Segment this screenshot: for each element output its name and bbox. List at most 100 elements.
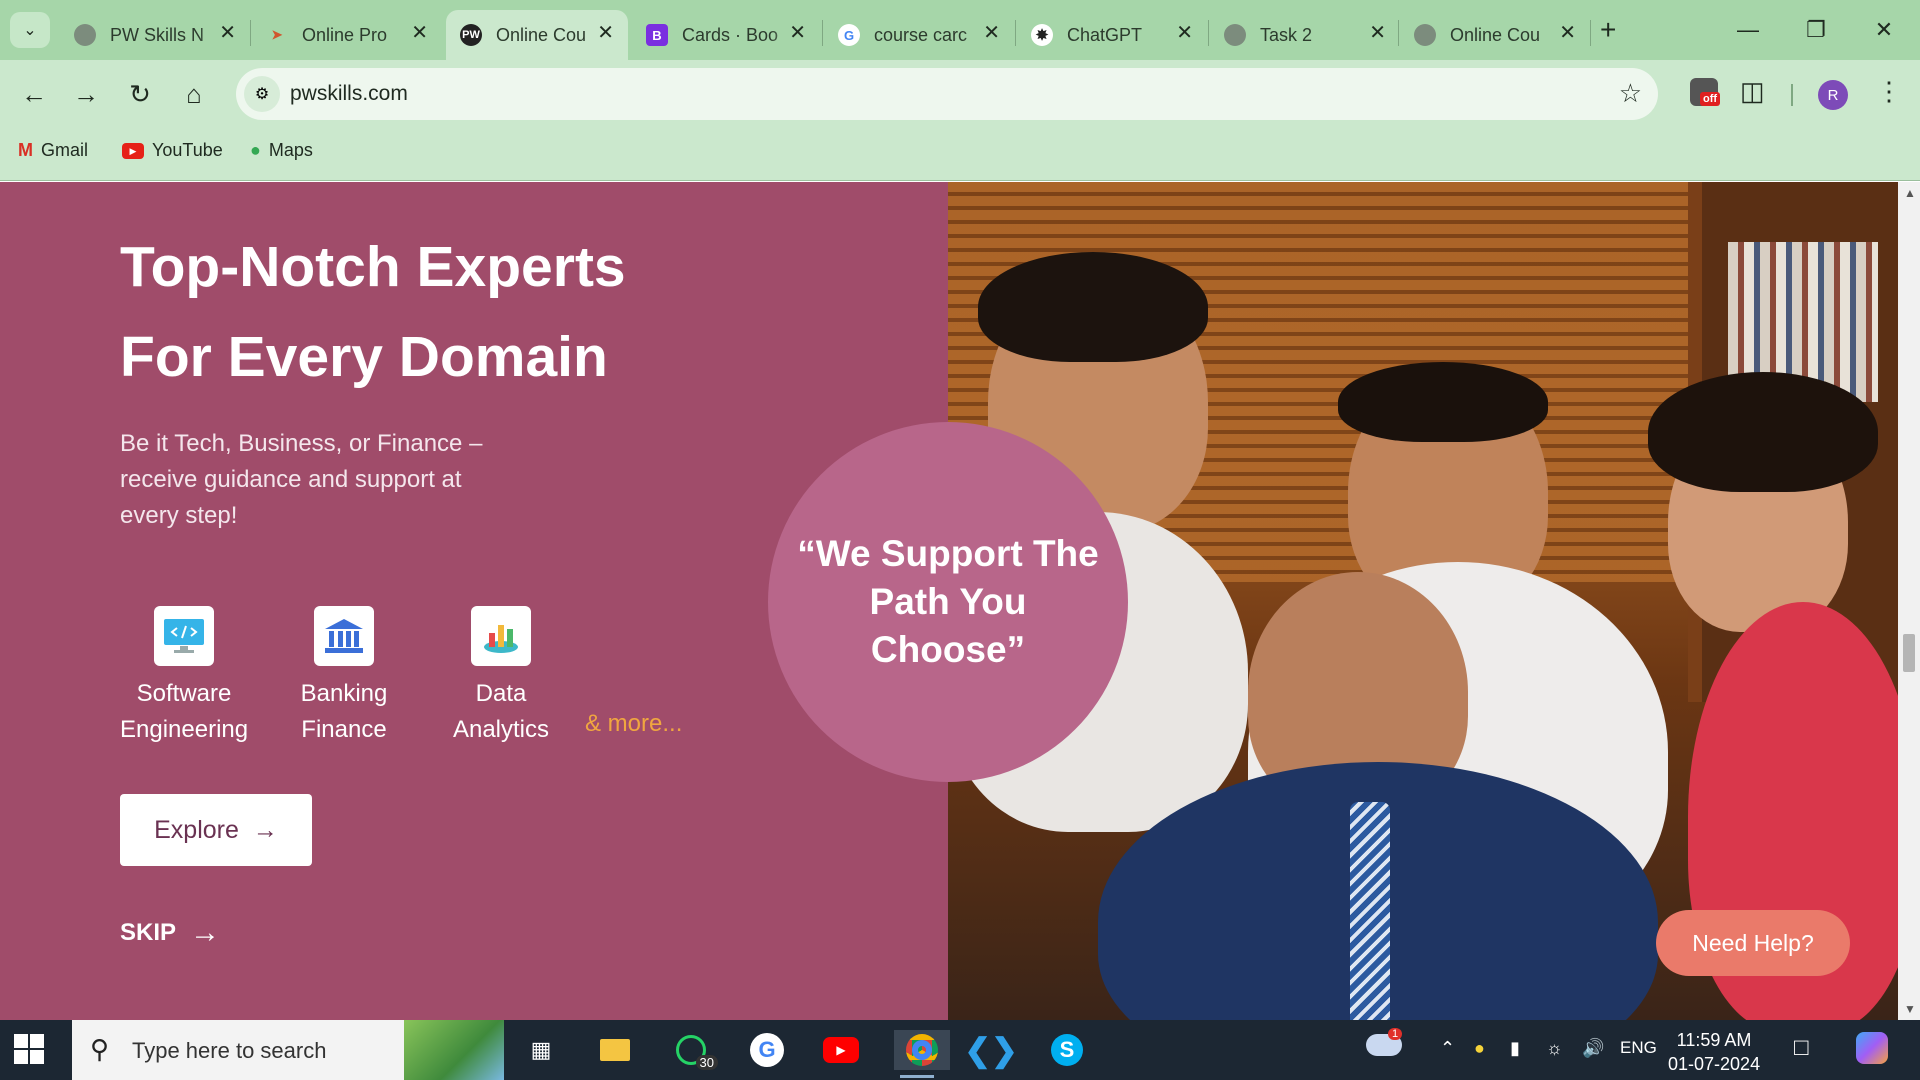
tab-5[interactable]: G course carc ✕ (824, 10, 1014, 60)
tab-separator (1590, 20, 1591, 46)
restore-icon: ❐ (1806, 17, 1826, 42)
close-window-button[interactable]: ✕ (1864, 12, 1904, 48)
copilot-button[interactable] (1856, 1032, 1888, 1064)
file-explorer-button[interactable] (592, 1030, 638, 1070)
domain-line-1: Banking (300, 680, 388, 707)
tab-4[interactable]: B Cards · Boo ✕ (632, 10, 820, 60)
close-icon[interactable]: ✕ (1559, 23, 1576, 43)
search-highlight-art (404, 1020, 504, 1080)
windows-start-button[interactable] (14, 1034, 46, 1066)
arrow-right-icon: → (190, 916, 221, 949)
tab-6[interactable]: ✸ ChatGPT ✕ (1017, 10, 1207, 60)
close-icon[interactable]: ✕ (219, 23, 236, 43)
chevron-down-icon: ⌄ (23, 22, 37, 39)
tab-search-button[interactable]: ⌄ (10, 12, 50, 48)
profile-avatar[interactable]: R (1818, 80, 1848, 110)
battery-icon[interactable]: ▮ (1510, 1038, 1520, 1059)
back-button[interactable]: ← (14, 74, 54, 114)
wifi-icon[interactable]: ☼ (1546, 1038, 1563, 1059)
scrollbar-thumb[interactable] (1903, 634, 1915, 672)
photo-person-woman-hair (1648, 372, 1878, 492)
domain-banking-finance[interactable]: Banking Finance (296, 606, 392, 748)
url-text[interactable]: pwskills.com (290, 82, 408, 106)
reload-icon: ↻ (129, 78, 151, 109)
close-icon: ✕ (1874, 17, 1894, 42)
skype-app-button[interactable]: S (1044, 1030, 1090, 1070)
home-button[interactable]: ⌂ (174, 74, 214, 114)
tab-2[interactable]: ➤ Online Pro ✕ (252, 10, 442, 60)
globe-icon (74, 24, 96, 46)
tab-3-active[interactable]: PW Online Cou ✕ (446, 10, 628, 60)
youtube-app-button[interactable]: ▶ (818, 1030, 864, 1070)
chevron-up-icon[interactable]: ⌃ (1440, 1038, 1455, 1059)
explore-button[interactable]: Explore → (120, 794, 312, 866)
tab-separator (822, 20, 823, 46)
close-icon[interactable]: ✕ (1369, 23, 1386, 43)
bookmark-star-icon[interactable]: ☆ (1619, 78, 1642, 109)
tab-8[interactable]: Online Cou ✕ (1400, 10, 1590, 60)
security-icon[interactable]: ● (1474, 1038, 1485, 1059)
more-domains-link[interactable]: & more... (585, 710, 682, 738)
need-help-button[interactable]: Need Help? (1656, 910, 1850, 976)
arrow-right-icon: → (73, 78, 99, 109)
close-icon[interactable]: ✕ (983, 23, 1000, 43)
bookmark-gmail[interactable]: M Gmail (18, 140, 88, 161)
extension-off-icon[interactable]: off (1690, 78, 1721, 106)
domain-line-2: Engineering (120, 716, 249, 743)
folder-icon (600, 1039, 630, 1061)
close-icon[interactable]: ✕ (597, 23, 614, 43)
domain-data-analytics[interactable]: Data Analytics (450, 606, 552, 748)
system-clock[interactable]: 11:59 AM 01-07-2024 (1668, 1028, 1760, 1076)
page-scrollbar[interactable]: ▲ ▼ (1898, 182, 1920, 1020)
taskbar-search-box[interactable]: ⚲ Type here to search (72, 1020, 504, 1080)
extensions-puzzle-icon[interactable]: ◫ (1740, 76, 1765, 107)
active-app-indicator (900, 1075, 934, 1078)
skype-icon: S (1051, 1034, 1083, 1066)
new-tab-button[interactable]: + (1600, 14, 1616, 46)
domain-line-1: Data (475, 680, 527, 707)
chart-icon (471, 606, 531, 666)
gmail-icon: M (18, 140, 33, 160)
quote-circle: “We Support The Path You Choose” (768, 422, 1128, 782)
arrow-left-icon: ← (21, 78, 47, 109)
google-app-button[interactable]: G (744, 1030, 790, 1070)
clock-time: 11:59 AM (1676, 1030, 1752, 1050)
tab-7[interactable]: Task 2 ✕ (1210, 10, 1400, 60)
close-icon[interactable]: ✕ (1176, 23, 1193, 43)
skip-label: SKIP (120, 919, 177, 946)
vscode-app-button[interactable]: ❮❯ (964, 1030, 1018, 1070)
task-view-button[interactable]: ▦ (518, 1030, 564, 1070)
input-language[interactable]: ENG (1620, 1038, 1657, 1058)
scroll-down-icon[interactable]: ▼ (1904, 1002, 1916, 1016)
minimize-button[interactable]: — (1728, 12, 1768, 48)
hero-headline: Top-Notch Experts For Every Domain (120, 222, 720, 402)
toolbar-separator (1791, 84, 1793, 106)
chrome-app-button[interactable] (894, 1030, 950, 1078)
bookmark-maps[interactable]: ● Maps (250, 140, 313, 161)
whatsapp-button[interactable]: 30 (668, 1030, 718, 1070)
windows-logo-icon (30, 1034, 44, 1048)
photo-person-hair (978, 252, 1208, 362)
kebab-menu-icon[interactable]: ⋮ (1876, 76, 1902, 107)
skip-button[interactable]: SKIP → (120, 916, 220, 950)
forward-button[interactable]: → (66, 74, 106, 114)
scroll-up-icon[interactable]: ▲ (1904, 186, 1916, 200)
dart-icon: ➤ (271, 27, 283, 42)
tab-title: ChatGPT (1067, 24, 1143, 45)
tab-title: PW Skills N (110, 24, 204, 45)
weather-tray-button[interactable]: 1 (1366, 1028, 1403, 1056)
notification-icon[interactable]: □ (1794, 1034, 1809, 1062)
tab-title: course carc (874, 24, 968, 45)
speaker-icon[interactable]: 🔊 (1582, 1038, 1604, 1059)
tab-1[interactable]: PW Skills N ✕ (60, 10, 250, 60)
task-view-icon: ▦ (530, 1037, 552, 1062)
domain-software-engineering[interactable]: Software Engineering (120, 606, 248, 748)
address-bar[interactable]: ⚙ pwskills.com ☆ (236, 68, 1658, 120)
bookmark-youtube[interactable]: ▶ YouTube (122, 140, 223, 161)
restore-button[interactable]: ❐ (1796, 12, 1836, 48)
plus-icon: + (1600, 14, 1617, 45)
reload-button[interactable]: ↻ (120, 74, 160, 114)
site-info-button[interactable]: ⚙ (244, 76, 280, 112)
close-icon[interactable]: ✕ (411, 23, 428, 43)
close-icon[interactable]: ✕ (789, 23, 806, 43)
